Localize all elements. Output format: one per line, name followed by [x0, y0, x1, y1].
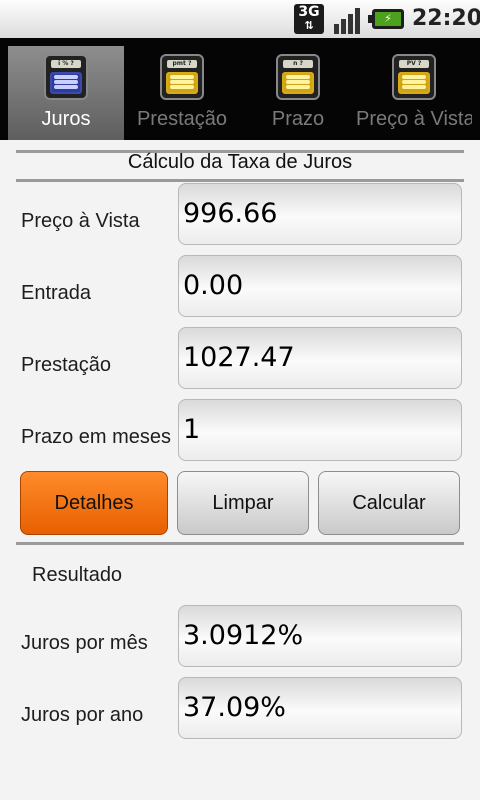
- prazo-label: Prazo em meses: [21, 426, 172, 448]
- tab-label: Prestação: [136, 108, 228, 130]
- prazo-input[interactable]: 1: [178, 399, 462, 461]
- juros-ano-field[interactable]: 37.09%: [178, 677, 462, 739]
- juros-mes-label: Juros por mês: [21, 632, 148, 654]
- calculator-icon: PV ?: [392, 54, 436, 100]
- entrada-label: Entrada: [21, 282, 92, 304]
- tab-bar: i % ? Juros pmt ? Prestação n ? Prazo PV…: [0, 38, 480, 140]
- main-content: Cálculo da Taxa de Juros Preço à Vista 9…: [0, 140, 480, 800]
- status-bar: 3G ⇅ ⚡ 22:20: [0, 0, 480, 39]
- calculate-button[interactable]: Calcular: [318, 471, 460, 535]
- status-clock: 22:20: [412, 6, 480, 31]
- juros-mes-field[interactable]: 3.0912%: [178, 605, 462, 667]
- calculator-display: pmt ?: [167, 60, 197, 68]
- prestacao-label: Prestação: [21, 354, 112, 376]
- details-button[interactable]: Detalhes: [20, 471, 168, 535]
- tab-label: Juros: [41, 108, 91, 130]
- tab-preco-a-vista[interactable]: PV ? Preço à Vista: [356, 46, 472, 140]
- input-value: 996.66: [183, 198, 278, 229]
- signal-strength-icon: [332, 4, 364, 34]
- calculator-icon: i % ?: [44, 54, 88, 100]
- tab-label: Preço à Vista: [356, 108, 472, 130]
- entrada-input[interactable]: 0.00: [178, 255, 462, 317]
- tab-label: Prazo: [271, 108, 325, 130]
- input-value: 0.00: [183, 270, 244, 301]
- clear-button[interactable]: Limpar: [177, 471, 309, 535]
- calculator-icon: pmt ?: [160, 54, 204, 100]
- result-title: Resultado: [32, 564, 123, 586]
- juros-ano-label: Juros por ano: [21, 704, 144, 726]
- input-value: 37.09%: [183, 692, 286, 723]
- input-value: 3.0912%: [183, 620, 304, 651]
- network-3g-icon: 3G ⇅: [294, 4, 324, 34]
- preco-a-vista-input[interactable]: 996.66: [178, 183, 462, 245]
- calculator-icon: n ?: [276, 54, 320, 100]
- divider: [16, 542, 464, 545]
- divider: [16, 179, 464, 182]
- calculator-display: i % ?: [51, 60, 81, 68]
- page-title: Cálculo da Taxa de Juros: [127, 151, 353, 173]
- tab-prazo[interactable]: n ? Prazo: [240, 46, 356, 140]
- input-value: 1: [183, 414, 201, 445]
- input-value: 1027.47: [183, 342, 295, 373]
- prestacao-input[interactable]: 1027.47: [178, 327, 462, 389]
- charging-bolt-icon: ⚡: [375, 12, 401, 26]
- tab-prestacao[interactable]: pmt ? Prestação: [124, 46, 240, 140]
- calculator-display: PV ?: [399, 60, 429, 68]
- battery-charging-icon: ⚡: [368, 9, 404, 29]
- tab-juros[interactable]: i % ? Juros: [8, 46, 124, 140]
- network-type-label: 3G: [298, 4, 320, 20]
- preco-a-vista-label: Preço à Vista: [21, 210, 140, 232]
- data-activity-icon: ⇅: [304, 19, 314, 32]
- calculator-display: n ?: [283, 60, 313, 68]
